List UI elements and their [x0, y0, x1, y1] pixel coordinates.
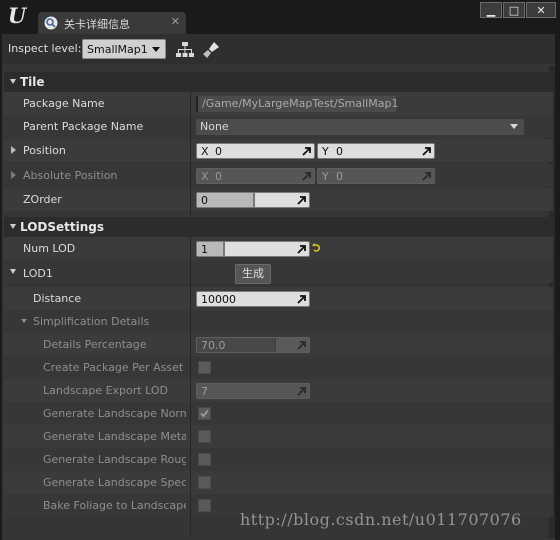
collapse-arrow-icon[interactable]: [10, 269, 16, 274]
bake-foliage-checkbox: [198, 499, 211, 512]
maximize-icon: □: [508, 3, 520, 17]
tab-title: 关卡详细信息: [64, 18, 130, 31]
bake-foliage-label: Bake Foliage to Landscape: [43, 499, 186, 512]
position-y-field[interactable]: Y0: [317, 143, 435, 159]
row-gen-metallic: Generate Landscape Metallic: [4, 425, 553, 448]
row-position: Position X0 Y0: [4, 139, 553, 162]
zorder-label: ZOrder: [23, 193, 62, 206]
row-package-name: Package Name /Game/MyLargeMapTest/SmallM…: [4, 92, 553, 115]
toolbar: Inspect level: SmallMap1: [2, 34, 555, 64]
row-simplification: Simplification Details: [4, 310, 553, 333]
category-lod-label: LODSettings: [20, 220, 105, 234]
parent-package-select[interactable]: None: [196, 119, 524, 135]
title-bar: U 关卡详细信息 ✕ ▁ □ ✕: [0, 0, 560, 34]
package-name-value: /Game/MyLargeMapTest/SmallMap1: [196, 96, 398, 112]
checkmark-icon: [200, 409, 209, 418]
row-gen-roughness: Generate Landscape Roughne: [4, 448, 553, 471]
drag-arrow-icon: [422, 147, 431, 156]
collapse-arrow-icon: [10, 79, 16, 84]
column-divider[interactable]: [190, 92, 191, 215]
level-select[interactable]: SmallMap1: [82, 39, 166, 59]
absolute-position-x-field: X0: [196, 168, 315, 184]
num-lod-slider[interactable]: 1: [196, 241, 310, 257]
close-icon: ✕: [536, 3, 546, 17]
hierarchy-icon[interactable]: [176, 41, 194, 59]
distance-field[interactable]: 10000: [196, 291, 310, 307]
collapse-arrow-icon[interactable]: [21, 319, 27, 323]
minimize-button[interactable]: ▁: [480, 2, 502, 18]
close-window-button[interactable]: ✕: [526, 2, 556, 18]
parent-package-value: None: [200, 120, 229, 133]
row-landscape-export-lod: Landscape Export LOD 7: [4, 379, 553, 402]
minimize-icon: ▁: [486, 3, 496, 17]
landscape-export-lod-label: Landscape Export LOD: [43, 384, 168, 397]
drag-arrow-icon: [297, 341, 306, 350]
drag-arrow-icon: [297, 196, 306, 205]
category-tile[interactable]: Tile: [4, 72, 553, 92]
row-details-percentage: Details Percentage 70.0: [4, 333, 553, 356]
category-tile-label: Tile: [20, 75, 45, 89]
details-percentage-slider: 70.0: [196, 337, 310, 353]
inspect-level-label: Inspect level:: [8, 42, 82, 55]
package-name-label: Package Name: [23, 97, 105, 110]
position-x-field[interactable]: X0: [196, 143, 315, 159]
magnifier-icon: [44, 16, 58, 30]
drag-arrow-icon: [422, 172, 431, 181]
simplification-label: Simplification Details: [33, 315, 150, 328]
unreal-logo-icon: U: [7, 3, 27, 28]
zorder-slider[interactable]: 0: [196, 192, 310, 208]
gen-metallic-checkbox: [198, 430, 211, 443]
watermark: http://blog.csdn.net/u011707076: [240, 510, 522, 529]
lod1-label: LOD1: [23, 267, 53, 280]
column-divider[interactable]: [190, 237, 191, 537]
row-distance: Distance 10000: [4, 287, 553, 310]
tab-level-details[interactable]: 关卡详细信息 ✕: [38, 12, 186, 34]
drag-arrow-icon: [302, 147, 311, 156]
drag-arrow-icon: [297, 245, 306, 254]
gen-metallic-label: Generate Landscape Metallic: [43, 430, 186, 443]
landscape-export-lod-field: 7: [196, 383, 310, 399]
category-lod-settings[interactable]: LODSettings: [4, 217, 553, 237]
maximize-button[interactable]: □: [503, 2, 525, 18]
gen-roughness-checkbox: [198, 453, 211, 466]
gen-specular-checkbox: [198, 476, 211, 489]
drag-arrow-icon: [297, 387, 306, 396]
chevron-down-icon: [152, 47, 160, 52]
row-parent-package: Parent Package Name None: [4, 115, 553, 138]
expand-arrow-icon[interactable]: [11, 171, 16, 179]
chevron-down-icon: [510, 124, 518, 129]
num-lod-label: Num LOD: [23, 242, 76, 255]
parent-package-label: Parent Package Name: [23, 120, 144, 133]
drag-arrow-icon: [302, 172, 311, 181]
absolute-position-y-field: Y0: [317, 168, 435, 184]
brush-icon[interactable]: [202, 41, 220, 59]
absolute-position-label: Absolute Position: [23, 169, 118, 182]
details-percentage-label: Details Percentage: [43, 338, 147, 351]
row-gen-specular: Generate Landscape Specular: [4, 471, 553, 494]
gen-normal-checkbox: [198, 407, 211, 420]
create-package-checkbox: [198, 361, 211, 374]
position-label: Position: [23, 144, 66, 157]
drag-arrow-icon: [297, 295, 306, 304]
tab-close-icon[interactable]: ✕: [171, 15, 180, 28]
row-gen-normal: Generate Landscape Normal M: [4, 402, 553, 425]
generate-button[interactable]: 生成: [235, 264, 271, 284]
create-package-label: Create Package Per Asset: [43, 361, 184, 374]
row-lod1: LOD1 生成: [4, 260, 553, 284]
reset-to-default-icon[interactable]: [312, 243, 322, 253]
collapse-arrow-icon: [10, 224, 16, 229]
distance-label: Distance: [33, 292, 82, 305]
row-create-package: Create Package Per Asset: [4, 356, 553, 379]
gen-roughness-label: Generate Landscape Roughne: [43, 453, 186, 466]
row-num-lod: Num LOD 1: [4, 237, 553, 260]
level-select-value: SmallMap1: [87, 43, 148, 56]
gen-normal-label: Generate Landscape Normal M: [43, 407, 186, 420]
expand-arrow-icon[interactable]: [11, 146, 16, 154]
row-zorder: ZOrder 0: [4, 188, 553, 211]
row-absolute-position: Absolute Position X0 Y0: [4, 164, 553, 187]
gen-specular-label: Generate Landscape Specular: [43, 476, 186, 489]
